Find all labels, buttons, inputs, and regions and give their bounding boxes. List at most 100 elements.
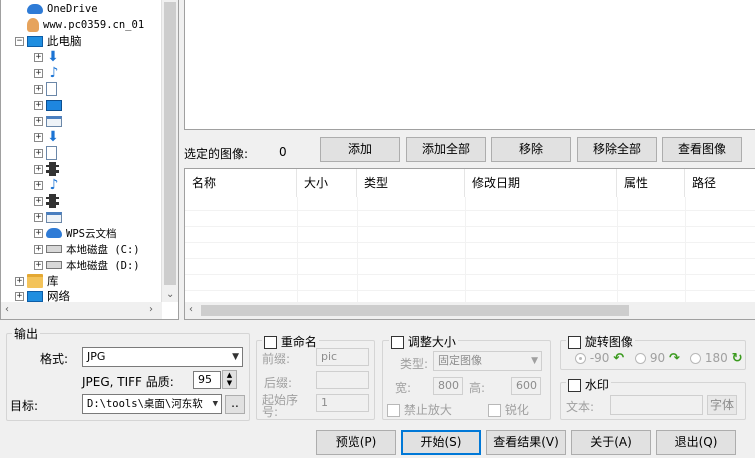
watermark-font-button[interactable]: 字体 — [707, 395, 737, 415]
rotate-180-radio[interactable] — [690, 353, 701, 364]
add-all-button[interactable]: 添加全部 — [406, 137, 486, 162]
tree-item[interactable]: OneDrive — [15, 1, 98, 17]
prefix-input[interactable]: pic — [316, 348, 369, 366]
view-result-button[interactable]: 查看结果(V) — [486, 430, 566, 455]
column-header-name[interactable]: 名称 — [185, 169, 297, 197]
watermark-checkbox[interactable] — [568, 379, 581, 392]
tree-item[interactable]: + WPS云文档 — [34, 225, 116, 241]
tree-item[interactable]: + 本地磁盘 (D:) — [34, 257, 140, 273]
rotate-minus-90-radio[interactable] — [575, 353, 586, 364]
expand-icon[interactable]: + — [34, 132, 43, 142]
resize-checkbox[interactable] — [391, 336, 404, 349]
rotate-90-option[interactable]: 90 ↷ — [635, 351, 680, 366]
resize-title-text: 调整大小 — [407, 335, 456, 349]
tree-item[interactable]: + — [34, 209, 66, 225]
column-header-attributes[interactable]: 属性 — [617, 169, 685, 197]
resize-type-select[interactable]: 固定图像 ▼ — [433, 351, 542, 371]
remove-button[interactable]: 移除 — [491, 137, 571, 162]
tree-horizontal-scrollbar[interactable]: ‹ › — [1, 302, 162, 319]
sharpen-option[interactable]: 锐化 — [488, 401, 529, 418]
tree-item[interactable]: + — [34, 113, 66, 129]
rotate-minus-90-option[interactable]: -90 ↶ — [575, 351, 624, 366]
exit-button[interactable]: 退出(Q) — [656, 430, 736, 455]
expand-icon[interactable]: + — [34, 260, 43, 270]
expand-icon[interactable]: + — [34, 84, 43, 94]
tree-item[interactable]: + — [34, 97, 66, 113]
height-input[interactable]: 600 — [511, 377, 541, 395]
tree-item[interactable]: www.pc0359.cn_01 — [15, 17, 144, 33]
target-folder-select[interactable]: D:\tools\桌面\河东软 ▼ — [82, 394, 222, 414]
window-icon — [46, 211, 62, 223]
add-button[interactable]: 添加 — [320, 137, 400, 162]
expand-icon[interactable]: + — [34, 196, 43, 206]
tree-item[interactable]: + 库 — [15, 273, 59, 289]
start-number-input[interactable]: 1 — [316, 394, 369, 412]
expand-icon[interactable]: + — [34, 228, 43, 238]
no-enlarge-option[interactable]: 禁止放大 — [387, 401, 452, 418]
expand-icon[interactable]: + — [34, 244, 43, 254]
network-icon — [27, 290, 43, 302]
sharpen-checkbox[interactable] — [488, 404, 501, 417]
suffix-input[interactable] — [316, 371, 369, 389]
rotate-checkbox[interactable] — [568, 336, 581, 349]
collapse-icon[interactable]: − — [15, 36, 24, 46]
scroll-left-icon[interactable]: ‹ — [5, 304, 9, 315]
column-divider — [465, 197, 466, 303]
format-select[interactable]: JPG ▼ — [82, 347, 243, 367]
tree-item-label: WPS云文档 — [66, 227, 117, 240]
scroll-left-icon[interactable]: ‹ — [189, 304, 193, 315]
tree-item[interactable]: − 此电脑 — [15, 33, 82, 49]
preview-button[interactable]: 预览(P) — [316, 430, 396, 455]
remove-all-button[interactable]: 移除全部 — [577, 137, 657, 162]
no-enlarge-checkbox[interactable] — [387, 404, 400, 417]
view-image-button[interactable]: 查看图像 — [662, 137, 742, 162]
expand-icon[interactable]: + — [34, 52, 43, 62]
rename-checkbox[interactable] — [264, 336, 277, 349]
browse-button[interactable]: .. — [225, 395, 245, 414]
filelist-horizontal-scrollbar[interactable]: ‹ — [185, 302, 755, 319]
scroll-right-icon[interactable]: › — [149, 304, 153, 315]
tree-vertical-scrollbar[interactable]: ⌄ — [161, 0, 178, 302]
target-label: 目标: — [10, 399, 39, 413]
row-divider — [185, 274, 755, 275]
tree-item[interactable]: + ⬇ — [34, 129, 64, 145]
tree-item[interactable]: + ♪ — [34, 65, 66, 81]
expand-icon[interactable]: + — [34, 100, 43, 110]
file-list[interactable]: 名称 大小 类型 修改日期 属性 路径 ‹ — [184, 168, 755, 320]
expand-icon[interactable]: + — [34, 116, 43, 126]
tree-item[interactable]: + ♪ — [34, 177, 66, 193]
tree-item[interactable]: + — [34, 145, 61, 161]
expand-icon[interactable]: + — [15, 291, 24, 301]
tree-scroll-thumb[interactable] — [164, 2, 176, 285]
expand-icon[interactable]: + — [34, 148, 43, 158]
folder-tree[interactable]: OneDrive www.pc0359.cn_01− 此电脑 + ⬇ + ♪ + + + + ⬇ + + +… — [0, 0, 179, 320]
quality-input[interactable]: 95 — [193, 371, 221, 389]
quality-spinner[interactable]: ▲ ▼ — [222, 370, 237, 389]
scroll-down-icon[interactable]: ⌄ — [166, 289, 174, 300]
rotate-180-label: 180 — [704, 351, 728, 365]
column-header-path[interactable]: 路径 — [685, 169, 755, 197]
watermark-text-label: 文本: — [566, 400, 595, 414]
expand-icon[interactable]: + — [34, 68, 43, 78]
tree-item[interactable]: + — [34, 161, 63, 177]
filelist-scroll-thumb[interactable] — [201, 305, 629, 316]
rotate-90-radio[interactable] — [635, 353, 646, 364]
about-button[interactable]: 关于(A) — [571, 430, 651, 455]
start-button[interactable]: 开始(S) — [401, 430, 481, 455]
expand-icon[interactable]: + — [15, 276, 24, 286]
watermark-text-input[interactable] — [610, 395, 703, 415]
tree-item[interactable]: + 本地磁盘 (C:) — [34, 241, 140, 257]
column-header-type[interactable]: 类型 — [357, 169, 465, 197]
rotate-180-option[interactable]: 180 ↻ — [690, 351, 742, 366]
expand-icon[interactable]: + — [34, 180, 43, 190]
tree-item[interactable]: + — [34, 193, 63, 209]
column-header-modified[interactable]: 修改日期 — [465, 169, 617, 197]
expand-icon[interactable]: + — [34, 164, 43, 174]
expand-icon[interactable]: + — [34, 212, 43, 222]
column-divider — [357, 197, 358, 303]
width-input[interactable]: 800 — [433, 377, 463, 395]
rename-title-text: 重命名 — [280, 335, 317, 349]
column-header-size[interactable]: 大小 — [297, 169, 357, 197]
tree-item[interactable]: + ⬇ — [34, 49, 64, 65]
tree-item[interactable]: + — [34, 81, 61, 97]
